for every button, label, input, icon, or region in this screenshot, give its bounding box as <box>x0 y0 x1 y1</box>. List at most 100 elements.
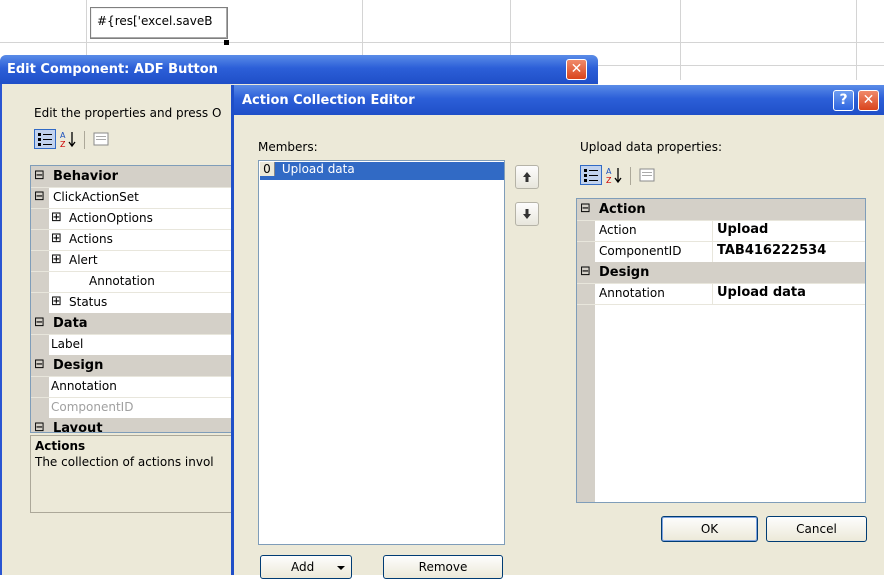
property-category-row[interactable]: ⊟ Data <box>31 313 239 335</box>
expander-icon[interactable]: ⊞ <box>51 252 62 267</box>
expander-icon[interactable]: ⊟ <box>34 168 45 183</box>
property-pages-icon <box>639 168 655 182</box>
members-label: Members: <box>258 140 318 154</box>
property-pages-icon <box>93 132 109 146</box>
cell-resize-handle[interactable] <box>224 40 229 45</box>
property-row[interactable]: ComponentID TAB416222534 <box>577 241 865 263</box>
ok-button[interactable]: OK <box>661 516 758 542</box>
expander-icon[interactable]: ⊟ <box>34 315 45 330</box>
property-category-row[interactable]: ⊟ Action <box>577 199 865 221</box>
property-label: Annotation <box>599 286 665 300</box>
property-category-row[interactable]: ⊟ Design <box>31 355 239 377</box>
categorized-view-button[interactable] <box>34 129 56 149</box>
property-pages-button[interactable] <box>90 129 112 149</box>
property-row[interactable]: Annotation <box>31 376 239 398</box>
property-category-row[interactable]: ⊟ Design <box>577 262 865 284</box>
property-label: Annotation <box>89 274 155 288</box>
property-label: Annotation <box>51 379 117 393</box>
property-row[interactable]: ⊞ Actions <box>31 229 239 251</box>
up-arrow-icon <box>523 172 531 182</box>
property-value[interactable]: TAB416222534 <box>717 243 826 258</box>
alphabetical-view-button[interactable]: AZ <box>58 129 80 149</box>
property-label: Alert <box>69 253 98 267</box>
action-property-grid[interactable]: ⊟ Action Action Upload ComponentID TAB4162225… <box>576 198 866 503</box>
column-divider <box>712 220 713 241</box>
edit-component-title: Edit Component: ADF Button <box>7 62 218 77</box>
expander-icon[interactable]: ⊟ <box>34 357 45 372</box>
expander-icon[interactable]: ⊟ <box>34 189 45 204</box>
property-label: ClickActionSet <box>53 190 139 204</box>
svg-text:Z: Z <box>60 140 66 149</box>
property-category-row[interactable]: ⊟ Layout <box>31 418 239 433</box>
description-text: The collection of actions invol <box>35 455 214 469</box>
alphabetical-view-button[interactable]: AZ <box>604 165 626 185</box>
expander-icon[interactable]: ⊞ <box>51 294 62 309</box>
property-label: Design <box>599 265 650 280</box>
property-pages-button[interactable] <box>636 165 658 185</box>
property-label: Actions <box>69 232 113 246</box>
properties-label: Upload data properties: <box>580 140 722 154</box>
spreadsheet-cell-button[interactable]: #{res['excel.saveB <box>90 7 228 39</box>
cancel-button-label: Cancel <box>796 522 837 536</box>
property-category-row[interactable]: ⊟ Behavior <box>31 166 239 188</box>
add-button-label: Add <box>291 560 315 574</box>
help-icon[interactable]: ? <box>833 90 854 111</box>
property-row[interactable]: ⊟ ClickActionSet <box>31 187 239 209</box>
property-row[interactable]: ⊞ Alert <box>31 250 239 272</box>
property-row[interactable]: Label <box>31 334 239 356</box>
property-row[interactable]: ⊞ Status <box>31 292 239 314</box>
property-value[interactable]: Upload <box>717 222 768 237</box>
property-row[interactable]: ComponentID <box>31 397 239 419</box>
down-arrow-icon <box>523 209 531 219</box>
move-down-button[interactable] <box>515 202 539 226</box>
member-index: 0 <box>260 162 275 176</box>
component-property-grid[interactable]: ⊟ Behavior ⊟ ClickActionSet ⊞ ActionOptions ⊞ A… <box>30 165 240 433</box>
categorized-icon <box>584 169 598 182</box>
property-label: Action <box>599 223 637 237</box>
property-label: Layout <box>53 421 103 433</box>
column-divider <box>712 283 713 304</box>
property-label: ComponentID <box>51 400 134 414</box>
edit-component-titlebar: Edit Component: ADF Button <box>0 55 598 84</box>
property-label: Action <box>599 202 646 217</box>
remove-button[interactable]: Remove <box>383 555 503 579</box>
toolbar-separator <box>630 167 631 185</box>
action-collection-editor-dialog: Action Collection Editor ? ✕ Members: 0 … <box>231 85 884 579</box>
property-row[interactable]: ⊞ ActionOptions <box>31 208 239 230</box>
add-dropdown-button[interactable] <box>330 559 352 577</box>
instruction-text: Edit the properties and press O <box>34 106 222 120</box>
members-list[interactable]: 0 Upload data <box>258 160 505 545</box>
expander-icon[interactable]: ⊞ <box>51 231 62 246</box>
expander-icon[interactable]: ⊞ <box>51 210 62 225</box>
close-icon[interactable]: ✕ <box>566 59 587 80</box>
svg-text:Z: Z <box>606 176 612 185</box>
property-label: Behavior <box>53 169 119 184</box>
property-row[interactable]: Annotation Upload data <box>577 283 865 305</box>
expander-icon[interactable]: ⊟ <box>580 264 591 279</box>
property-row[interactable]: Action Upload <box>577 220 865 242</box>
column-divider <box>712 241 713 262</box>
property-row[interactable]: Annotation <box>31 271 239 293</box>
expander-icon[interactable]: ⊟ <box>580 201 591 216</box>
toolbar-separator <box>84 131 85 149</box>
ace-titlebar: Action Collection Editor <box>234 85 884 115</box>
remove-button-label: Remove <box>418 560 468 574</box>
cancel-button[interactable]: Cancel <box>766 516 867 542</box>
sort-alphabetical-icon: AZ <box>606 167 622 185</box>
property-label: Status <box>69 295 108 309</box>
expander-icon[interactable]: ⊟ <box>34 420 45 432</box>
grid-line <box>680 0 681 80</box>
cell-text: #{res['excel.saveB <box>97 14 213 28</box>
property-value[interactable]: Upload data <box>717 285 806 300</box>
move-up-button[interactable] <box>515 165 539 189</box>
close-icon[interactable]: ✕ <box>858 90 879 111</box>
description-title: Actions <box>35 439 86 453</box>
list-item[interactable]: 0 Upload data <box>260 162 504 180</box>
ok-button-label: OK <box>700 522 719 536</box>
property-label: Data <box>53 316 88 331</box>
categorized-view-button[interactable] <box>580 165 602 185</box>
description-panel: Actions The collection of actions invol <box>30 435 240 513</box>
ace-title: Action Collection Editor <box>242 93 415 108</box>
property-label: ActionOptions <box>69 211 153 225</box>
member-text: Upload data <box>281 162 355 176</box>
